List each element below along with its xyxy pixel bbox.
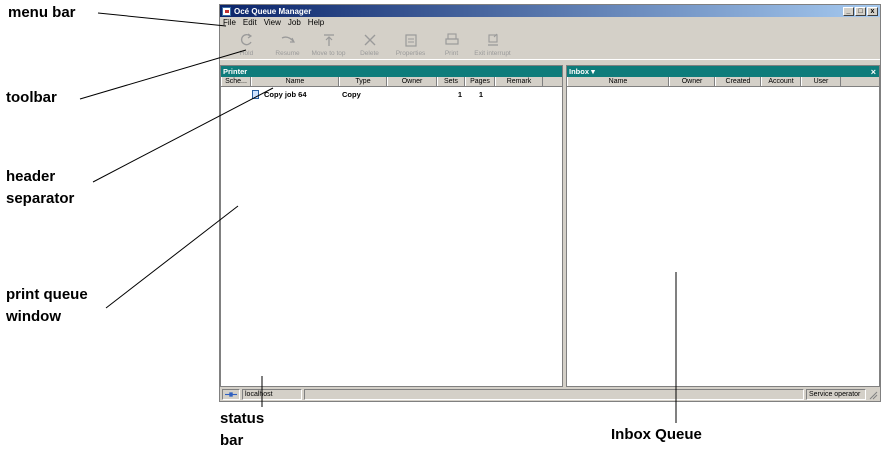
queue-panes: Printer Sche... Name Type Owner Sets Pag… bbox=[220, 65, 880, 387]
col-owner[interactable]: Owner bbox=[387, 77, 437, 86]
minimize-button[interactable]: _ bbox=[843, 6, 854, 16]
menu-file[interactable]: File bbox=[223, 18, 236, 27]
inbox-header-separator: Name Owner Created Account User bbox=[567, 77, 879, 87]
properties-label: Properties bbox=[395, 50, 426, 57]
move-to-top-icon bbox=[323, 34, 334, 46]
queue-manager-window: Océ Queue Manager _ □ x File Edit View J… bbox=[219, 4, 881, 402]
hold-icon bbox=[240, 33, 252, 46]
resize-grip-icon[interactable] bbox=[868, 389, 878, 400]
table-row[interactable]: Copy job 64 Copy 1 1 bbox=[221, 87, 562, 101]
toolbar: Hold Resume Move to top Delete Propertie… bbox=[220, 28, 880, 60]
callout-print-queue-window: print queue window bbox=[6, 286, 88, 325]
exit-interrupt-button[interactable]: Exit interrupt bbox=[472, 29, 513, 59]
delete-icon bbox=[364, 34, 375, 46]
move-to-top-label: Move to top bbox=[311, 50, 346, 57]
job-name: Copy job 64 bbox=[264, 89, 307, 99]
move-to-top-button[interactable]: Move to top bbox=[308, 29, 349, 59]
inbox-col-created[interactable]: Created bbox=[715, 77, 761, 86]
app-icon bbox=[222, 6, 231, 16]
menu-job[interactable]: Job bbox=[288, 18, 301, 27]
resume-label: Resume bbox=[275, 50, 300, 57]
callout-toolbar: toolbar bbox=[6, 89, 57, 106]
copy-job-icon bbox=[252, 89, 259, 99]
callout-menu-bar: menu bar bbox=[8, 4, 76, 21]
status-bar: localhost Service operator bbox=[220, 387, 880, 401]
close-icon[interactable]: × bbox=[871, 67, 876, 77]
close-button[interactable]: x bbox=[867, 6, 878, 16]
printer-pane-header: Printer bbox=[221, 66, 562, 77]
callout-header-separator: header separator bbox=[6, 168, 75, 207]
print-queue-window: Printer Sche... Name Type Owner Sets Pag… bbox=[220, 65, 563, 387]
properties-icon bbox=[404, 34, 417, 47]
resume-button[interactable]: Resume bbox=[267, 29, 308, 59]
inbox-queue-window: Inbox ▾ × Name Owner Created Account Use… bbox=[566, 65, 880, 387]
print-icon bbox=[444, 33, 459, 45]
maximize-button[interactable]: □ bbox=[855, 6, 866, 16]
inbox-col-user[interactable]: User bbox=[801, 77, 841, 86]
window-title: Océ Queue Manager bbox=[234, 6, 312, 16]
menu-help[interactable]: Help bbox=[308, 18, 324, 27]
exit-interrupt-icon bbox=[487, 33, 498, 46]
resume-icon bbox=[281, 36, 295, 43]
hold-label: Hold bbox=[239, 50, 254, 57]
inbox-col-name[interactable]: Name bbox=[567, 77, 669, 86]
inbox-pane-title[interactable]: Inbox ▾ bbox=[569, 67, 595, 76]
callout-status-bar: status bar bbox=[220, 410, 265, 449]
title-bar: Océ Queue Manager _ □ x bbox=[220, 5, 880, 17]
col-sets[interactable]: Sets bbox=[437, 77, 465, 86]
print-button[interactable]: Print bbox=[431, 29, 472, 59]
job-sets: 1 bbox=[457, 89, 462, 99]
menu-edit[interactable]: Edit bbox=[243, 18, 257, 27]
callout-inbox-queue: Inbox Queue bbox=[611, 426, 702, 443]
inbox-col-owner[interactable]: Owner bbox=[669, 77, 715, 86]
col-type[interactable]: Type bbox=[339, 77, 387, 86]
inbox-col-account[interactable]: Account bbox=[761, 77, 801, 86]
col-remark[interactable]: Remark bbox=[495, 77, 543, 86]
printer-pane-title: Printer bbox=[223, 67, 248, 76]
menu-bar: File Edit View Job Help bbox=[220, 17, 880, 28]
menu-view[interactable]: View bbox=[264, 18, 281, 27]
status-host: localhost bbox=[242, 388, 302, 400]
hold-button[interactable]: Hold bbox=[226, 29, 267, 59]
status-user: Service operator bbox=[806, 388, 866, 400]
col-pages[interactable]: Pages bbox=[465, 77, 495, 86]
print-label: Print bbox=[444, 50, 459, 57]
connection-icon bbox=[222, 388, 240, 400]
delete-button[interactable]: Delete bbox=[349, 29, 390, 59]
inbox-pane-header: Inbox ▾ × bbox=[567, 66, 879, 77]
status-message bbox=[304, 388, 804, 400]
job-pages: 1 bbox=[478, 89, 484, 99]
col-name[interactable]: Name bbox=[251, 77, 339, 86]
exit-interrupt-label: Exit interrupt bbox=[474, 50, 511, 57]
job-type: Copy bbox=[342, 89, 361, 99]
printer-header-separator: Sche... Name Type Owner Sets Pages Remar… bbox=[221, 77, 562, 87]
delete-label: Delete bbox=[360, 50, 379, 57]
properties-button[interactable]: Properties bbox=[390, 29, 431, 59]
col-schedule[interactable]: Sche... bbox=[221, 77, 251, 86]
